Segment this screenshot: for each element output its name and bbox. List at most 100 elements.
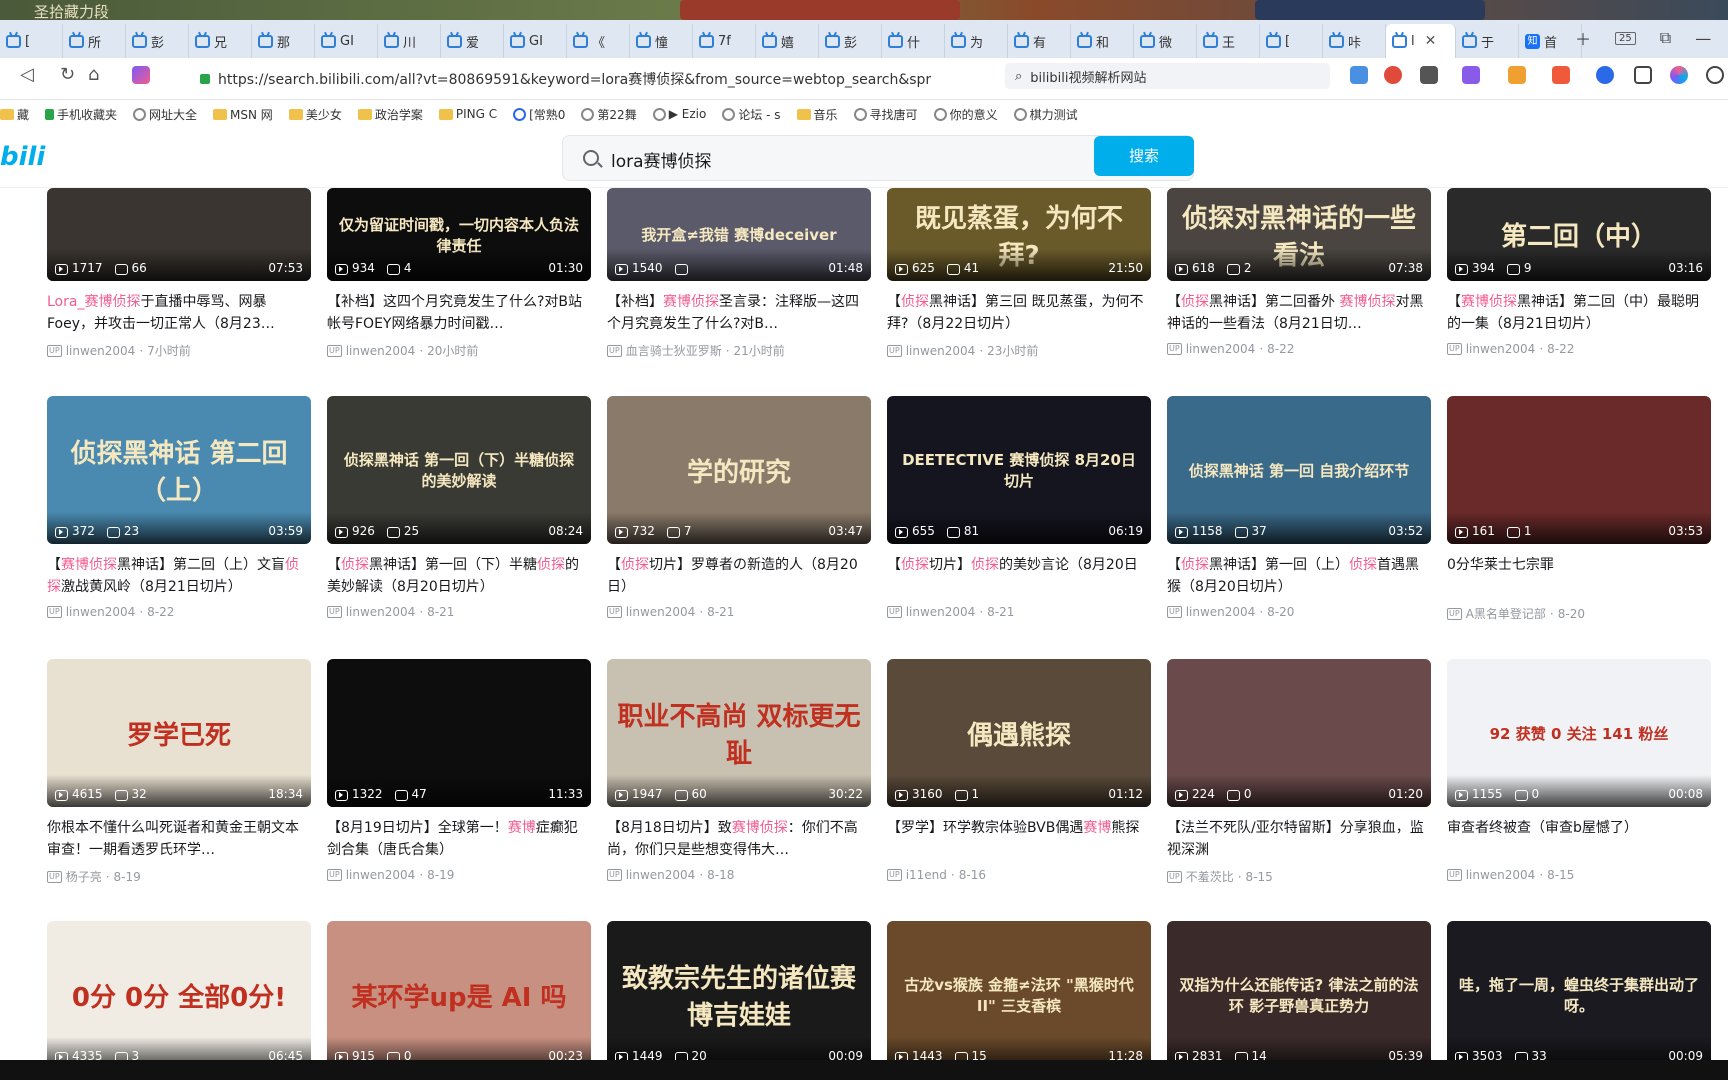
video-title[interactable]: 【赛博侦探黑神话】第二回（上）文盲侦探激战黄风岭（8月21日切片） (47, 554, 311, 598)
uploader-name[interactable]: linwen2004 (1186, 605, 1256, 619)
uploader-name[interactable]: linwen2004 (346, 868, 416, 882)
video-thumbnail[interactable]: 224 0 01:20 (1167, 659, 1431, 807)
video-card[interactable]: 职业不高尚 双标更无耻 1947 60 30:22 【8月18日切片】致赛博侦探：你们不… (607, 659, 871, 882)
bookmark-item[interactable]: 音乐 (796, 106, 838, 123)
weibo-extension-icon[interactable] (1384, 66, 1402, 84)
browser-tab[interactable]: GI (315, 24, 378, 58)
new-tab-button[interactable]: ＋ (1575, 26, 1591, 50)
uploader-name[interactable]: linwen2004 (346, 344, 416, 358)
bookmark-item[interactable]: 藏 (0, 106, 29, 123)
video-title[interactable]: 【法兰不死队/亚尔特留斯】分享狼血，监视深渊 (1167, 817, 1431, 861)
video-thumbnail[interactable]: 161 1 03:53 (1447, 396, 1711, 544)
video-card[interactable]: 既见蒸蛋，为何不拜?6254121:50【侦探黑神话】第三回 既见蒸蛋，为何不拜… (887, 188, 1151, 359)
bookmark-item[interactable]: PING C (438, 107, 497, 121)
video-title[interactable]: 【侦探黑神话】第一回（下）半糖侦探的美妙解读（8月20日切片） (327, 554, 591, 598)
video-thumbnail[interactable]: 侦探对黑神话的一些看法618207:38 (1167, 188, 1431, 281)
bookmark-item[interactable]: 美少女 (288, 106, 342, 123)
browser-tab[interactable]: 《 (567, 24, 630, 58)
video-title[interactable]: 【侦探黑神话】第一回（上）侦探首遇黑猴（8月20日切片） (1167, 554, 1431, 598)
browser-tab[interactable]: 和 (1071, 24, 1134, 58)
video-card[interactable]: 我开盒≠我错 赛博deceiver 1540 01:48 【补档】赛博侦探圣言录：注释… (607, 188, 871, 359)
video-title[interactable]: Lora_赛博侦探于直播中辱骂、网暴Foey，并攻击一切正常人（8月23… (47, 291, 311, 335)
settings-icon[interactable] (1706, 66, 1724, 84)
video-card[interactable]: 古龙vs猴族 金箍≠法环 "黑猴时代II" 三支香槟 1443 15 11:28 (887, 921, 1151, 1060)
bookmark-item[interactable]: ▶ Ezio (652, 107, 706, 121)
uploader-name[interactable]: linwen2004 (1466, 342, 1536, 356)
browser-tab[interactable]: 为 (945, 24, 1008, 58)
uploader-name[interactable]: linwen2004 (346, 605, 416, 619)
refresh-icon[interactable]: ↻ (60, 64, 75, 85)
browser-tab[interactable]: 彭 (819, 24, 882, 58)
video-title[interactable]: 【8月18日切片】致赛博侦探：你们不高尚，你们只是些想变得伟大… (607, 817, 871, 861)
uploader-name[interactable]: linwen2004 (626, 605, 696, 619)
video-thumbnail[interactable]: 1717 66 07:53 (47, 188, 311, 281)
video-thumbnail[interactable]: 第二回（中） 394 9 03:16 (1447, 188, 1711, 281)
uploader-name[interactable]: linwen2004 (626, 868, 696, 882)
video-title[interactable]: 【侦探黑神话】第三回 既见蒸蛋，为何不拜?（8月22日切片） (887, 291, 1151, 335)
home-icon[interactable]: ⌂ (88, 64, 99, 85)
video-card[interactable]: 某环学up是 AI 吗 915 0 00:23 (327, 921, 591, 1060)
video-card[interactable]: 161 1 03:53 0分华莱士七宗罪 UP A黑名单登记部 · 8-20 (1447, 396, 1711, 622)
video-title[interactable]: 【罗学】环学教宗体验BVB偶遇赛博熊探 (887, 817, 1151, 861)
browser-tab[interactable]: 憧 (630, 24, 693, 58)
video-thumbnail[interactable]: 92 获赞 0 关注 141 粉丝 1155 0 00:08 (1447, 659, 1711, 807)
video-card[interactable]: 罗学已死 4615 32 18:34 你根本不懂什么叫死诞者和黄金王朝文本审查！一期看透… (47, 659, 311, 885)
video-thumbnail[interactable]: 古龙vs猴族 金箍≠法环 "黑猴时代II" 三支香槟 1443 15 11:28 (887, 921, 1151, 1060)
uploader-name[interactable]: linwen2004 (66, 344, 136, 358)
video-thumbnail[interactable]: 0分 0分 全部0分! 4335 3 06:45 (47, 921, 311, 1060)
video-card[interactable]: DEETECTIVE 赛博侦探 8月20日切片 655 81 06:19 【侦探切片】侦… (887, 396, 1151, 619)
uploader-name[interactable]: linwen2004 (1466, 868, 1536, 882)
site-search-input[interactable] (611, 146, 1041, 172)
video-card[interactable]: 侦探黑神话 第一回 自我介绍环节 1158 37 03:52 【侦探黑神话】第一回（上）… (1167, 396, 1431, 619)
video-title[interactable]: 审查者终被查（审查b屋憾了） (1447, 817, 1711, 861)
video-title[interactable]: 【侦探切片】罗尊者の新造的人（8月20日） (607, 554, 871, 598)
bookmark-item[interactable]: [常熟0 (513, 106, 565, 123)
video-thumbnail[interactable]: 仅为留证时间戳，一切内容本人负法律责任 934 4 01:30 (327, 188, 591, 281)
video-card[interactable]: 侦探黑神话 第二回（上） 372 23 03:59 【赛博侦探黑神话】第二回（上）文盲侦… (47, 396, 311, 619)
browser-tab[interactable]: 王 (1197, 24, 1260, 58)
bookmark-item[interactable]: 棋力测试 (1013, 106, 1078, 123)
uploader-name[interactable]: 杨子亮 (66, 868, 102, 885)
uploader-name[interactable]: linwen2004 (906, 605, 976, 619)
video-title[interactable]: 【侦探黑神话】第二回番外 赛博侦探对黑神话的一些看法（8月21日切… (1167, 291, 1431, 335)
video-thumbnail[interactable]: 偶遇熊探 3160 1 01:12 (887, 659, 1151, 807)
video-thumbnail[interactable]: 我开盒≠我错 赛博deceiver 1540 01:48 (607, 188, 871, 281)
browser-tab[interactable]: 川 (378, 24, 441, 58)
bookmark-item[interactable]: 网址大全 (133, 106, 197, 123)
video-thumbnail[interactable]: 致教宗先生的诸位赛博吉娃娃 1449 20 00:09 (607, 921, 871, 1060)
bookmark-item[interactable]: 第22舞 (581, 106, 637, 123)
search-extension-icon[interactable] (1596, 66, 1614, 84)
profile-extension-icon[interactable] (1670, 66, 1688, 84)
url-field[interactable]: https://search.bilibili.com/all?vt=80869… (200, 65, 990, 93)
bookmark-item[interactable]: 论坛 - s (722, 106, 781, 123)
browser-tab[interactable]: 微 (1134, 24, 1197, 58)
video-thumbnail[interactable]: 1322 47 11:33 (327, 659, 591, 807)
video-thumbnail[interactable]: 侦探黑神话 第一回（下）半糖侦探的美妙解读 926 25 08:24 (327, 396, 591, 544)
browser-tab[interactable]: 知首 (1519, 24, 1582, 58)
browser-tab[interactable]: 有 (1008, 24, 1071, 58)
browser-tab[interactable]: 咔 (1323, 24, 1386, 58)
video-thumbnail[interactable]: DEETECTIVE 赛博侦探 8月20日切片 655 81 06:19 (887, 396, 1151, 544)
browser-logo-icon[interactable] (132, 66, 150, 84)
video-card[interactable]: 仅为留证时间戳，一切内容本人负法律责任 934 4 01:30 【补档】这四个月究竟发生… (327, 188, 591, 359)
translate-extension-icon[interactable] (1462, 66, 1480, 84)
browser-tab[interactable]: 嬉 (756, 24, 819, 58)
uploader-name[interactable]: A黑名单登记部 (1466, 605, 1546, 622)
video-card[interactable]: 双指为什么还能传话? 律法之前的法环 影子野兽真正势力 2831 14 05:39 (1167, 921, 1431, 1060)
browser-tab[interactable]: 那 (252, 24, 315, 58)
mail-extension-icon[interactable] (1350, 66, 1368, 84)
video-card[interactable]: 92 获赞 0 关注 141 粉丝 1155 0 00:08 审查者终被查（审查b屋憾了… (1447, 659, 1711, 882)
browser-tab[interactable]: 所 (63, 24, 126, 58)
uploader-name[interactable]: linwen2004 (1186, 342, 1256, 356)
shield-extension-icon[interactable] (1508, 66, 1526, 84)
uploader-name[interactable]: i11end (906, 868, 947, 882)
video-card[interactable]: 致教宗先生的诸位赛博吉娃娃 1449 20 00:09 (607, 921, 871, 1060)
bookmark-item[interactable]: 你的意义 (933, 106, 998, 123)
uploader-name[interactable]: linwen2004 (66, 605, 136, 619)
scissors-icon[interactable] (1420, 66, 1438, 84)
uploader-name[interactable]: 血言骑士狄亚罗斯 (626, 342, 722, 359)
video-card[interactable]: 侦探黑神话 第一回（下）半糖侦探的美妙解读 926 25 08:24 【侦探黑神话】第一… (327, 396, 591, 619)
video-title[interactable]: 0分华莱士七宗罪 (1447, 554, 1711, 598)
browser-tab[interactable]: l ✕ (1386, 24, 1456, 58)
bookmark-item[interactable]: 寻找唐可 (853, 106, 918, 123)
